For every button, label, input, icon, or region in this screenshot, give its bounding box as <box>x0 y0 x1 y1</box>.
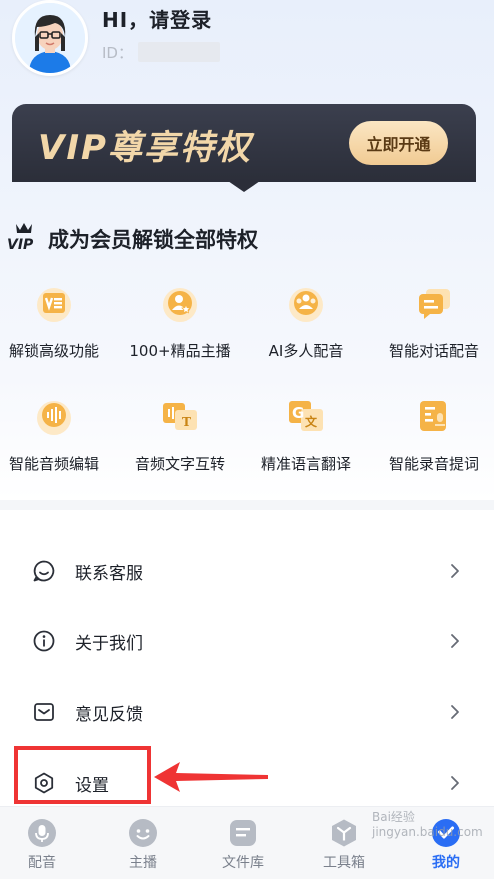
svg-text:VIP: VIP <box>7 237 34 252</box>
audio-edit-icon <box>37 401 71 435</box>
feature-precise-translation[interactable]: G 文 精准语言翻译 <box>244 396 368 496</box>
login-prompt[interactable]: HI，请登录 <box>102 4 212 33</box>
nav-label: 我的 <box>432 855 460 871</box>
menu-label: 意见反馈 <box>75 705 143 725</box>
avatar-icon <box>15 3 85 73</box>
section-divider <box>0 500 494 510</box>
user-id-label: ID： <box>102 44 133 62</box>
multi-voice-icon <box>289 288 323 322</box>
avatar[interactable] <box>12 0 88 76</box>
chevron-right-icon <box>451 634 459 648</box>
red-arrow-annotation <box>154 762 268 792</box>
mic-icon <box>28 819 56 847</box>
toolbox-icon <box>332 819 356 847</box>
svg-text:T: T <box>182 415 191 429</box>
user-id-redaction <box>138 42 220 62</box>
feature-ai-multi-voice[interactable]: AI多人配音 <box>244 283 368 383</box>
file-library-icon <box>230 820 256 846</box>
nav-label: 工具箱 <box>323 855 365 871</box>
nav-label: 配音 <box>28 855 56 871</box>
menu-label: 联系客服 <box>75 564 143 584</box>
feature-unlock-advanced[interactable]: 解锁高级功能 <box>0 283 116 383</box>
nav-label: 文件库 <box>222 855 264 871</box>
nav-label: 主播 <box>129 855 157 871</box>
feature-label: 100+精品主播 <box>129 342 231 360</box>
teleprompter-icon <box>420 401 446 431</box>
feature-label: 精准语言翻译 <box>260 455 351 473</box>
svg-text:G: G <box>292 404 304 422</box>
vip-crown-icon: VIP <box>7 223 34 252</box>
feature-label: 音频文字互转 <box>134 455 225 473</box>
settings-highlight-box <box>14 746 151 804</box>
menu-item-about-us[interactable]: 关于我们 <box>0 606 494 676</box>
feature-smart-dialog-dubbing[interactable]: 智能对话配音 <box>372 283 494 383</box>
feature-label: AI多人配音 <box>268 342 344 360</box>
member-section-title: 成为会员解锁全部特权 <box>48 228 258 252</box>
vip-banner-title: VIP尊享特权 <box>38 128 252 168</box>
feature-label: 智能录音提词 <box>388 455 479 473</box>
unlock-feature-icon <box>37 288 71 322</box>
menu-label: 关于我们 <box>75 634 143 654</box>
translate-icon: G 文 <box>289 401 323 431</box>
menu-item-feedback[interactable]: 意见反馈 <box>0 677 494 747</box>
watermark: Bai经验 jingyan.baidu.com <box>372 810 483 839</box>
anchor-icon <box>163 288 197 322</box>
svg-text:文: 文 <box>305 414 318 429</box>
menu-item-customer-service[interactable]: 联系客服 <box>0 536 494 606</box>
audio-text-icon: T <box>163 403 197 430</box>
feature-audio-text-convert[interactable]: T 音频文字互转 <box>118 396 242 496</box>
activate-vip-button[interactable]: 立即开通 <box>349 121 448 165</box>
face-icon <box>129 819 157 847</box>
feature-premium-anchors[interactable]: 100+精品主播 <box>118 283 242 383</box>
dialog-dubbing-icon <box>419 289 450 319</box>
chevron-right-icon <box>451 705 459 719</box>
feature-label: 智能对话配音 <box>388 342 479 360</box>
chevron-right-icon <box>451 564 459 578</box>
info-icon <box>33 630 55 652</box>
vip-banner-pointer <box>228 181 260 192</box>
feedback-icon <box>34 703 54 721</box>
chevron-right-icon <box>451 776 459 790</box>
nav-tab-file-library[interactable]: 文件库 <box>203 814 283 876</box>
feature-smart-teleprompter[interactable]: 智能录音提词 <box>372 396 494 496</box>
feature-label: 解锁高级功能 <box>8 342 99 360</box>
customer-service-icon <box>33 560 55 582</box>
nav-tab-anchors[interactable]: 主播 <box>103 814 183 876</box>
feature-label: 智能音频编辑 <box>8 455 99 473</box>
feature-smart-audio-edit[interactable]: 智能音频编辑 <box>0 396 116 496</box>
nav-tab-dubbing[interactable]: 配音 <box>2 814 82 876</box>
